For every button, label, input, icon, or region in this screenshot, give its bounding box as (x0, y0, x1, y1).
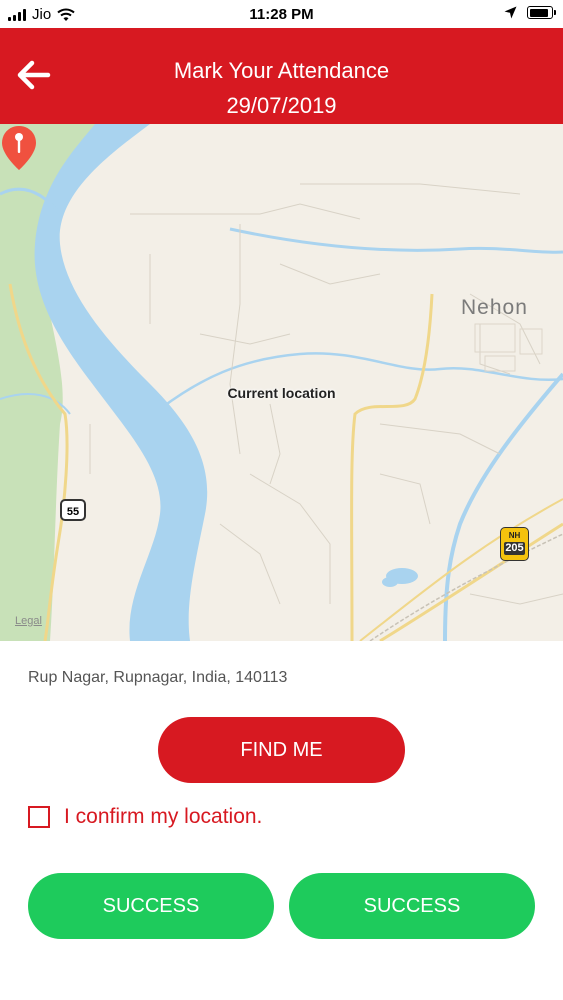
confirm-checkbox[interactable] (28, 806, 50, 828)
success-button-right[interactable]: SUCCESS (289, 873, 535, 939)
highway-prefix: NH (508, 531, 521, 540)
place-label-nehon: Nehon (461, 296, 528, 319)
highway-shield-nh205: NH 205 (500, 527, 529, 561)
confirm-label: I confirm my location. (64, 805, 263, 828)
map-pin-icon[interactable] (0, 124, 38, 172)
address-text: Rup Nagar, Rupnagar, India, 140113 (28, 669, 288, 686)
battery-icon (527, 6, 556, 19)
location-arrow-icon (504, 6, 517, 19)
status-bar: Jio 11:28 PM (0, 0, 563, 28)
status-right (504, 6, 556, 19)
page-title: Mark Your Attendance (173, 58, 390, 83)
confirm-location-row[interactable]: I confirm my location. (28, 805, 262, 829)
map-view[interactable]: Nehon 55 NH 205 Current location Legal (0, 124, 563, 641)
find-me-button[interactable]: FIND ME (158, 717, 405, 783)
map-legal-link[interactable]: Legal (15, 615, 42, 627)
page-date: 29/07/2019 (226, 93, 337, 118)
success-button-left[interactable]: SUCCESS (28, 873, 274, 939)
status-time: 11:28 PM (249, 6, 314, 23)
map-graphic (0, 124, 563, 641)
current-location-label: Current location (227, 385, 336, 401)
highway-number: 205 (504, 542, 525, 555)
app-header: Mark Your Attendance 29/07/2019 (0, 28, 563, 124)
route-shield-55: 55 (60, 499, 86, 521)
